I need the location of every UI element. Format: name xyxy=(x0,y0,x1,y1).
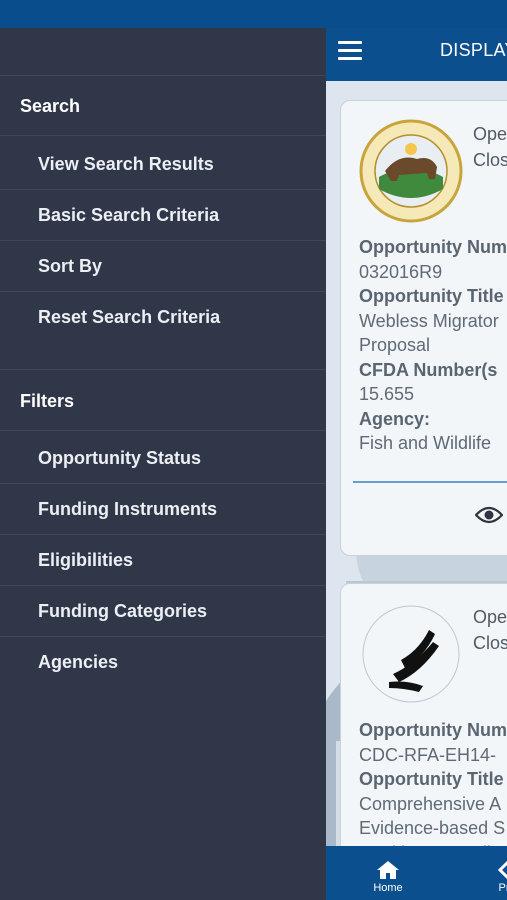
menu-item-opportunity-status[interactable]: Opportunity Status xyxy=(0,433,326,484)
tab-home-label: Home xyxy=(373,882,403,894)
menu-item-view-search-results[interactable]: View Search Results xyxy=(0,139,326,190)
agency-label: Agency: xyxy=(359,408,431,429)
opportunity-title-label: Opportunity Title xyxy=(359,769,504,789)
page-title: DISPLAY xyxy=(440,40,507,60)
menu-item-label: Reset Search Criteria xyxy=(38,307,221,327)
menu-item-label: Sort By xyxy=(38,256,103,276)
opportunity-status: Ope Clos xyxy=(473,607,507,653)
menu-item-eligibilities[interactable]: Eligibilities xyxy=(0,535,326,586)
menu-item-label: Agencies xyxy=(38,652,119,672)
menu-item-sort-by[interactable]: Sort By xyxy=(0,241,326,292)
menu-item-funding-instruments[interactable]: Funding Instruments xyxy=(0,484,326,535)
menu-item-label: Funding Instruments xyxy=(38,499,217,519)
opportunity-title-value: Comprehensive A xyxy=(359,793,502,814)
filters-section-title: Filters xyxy=(20,391,75,411)
menu-item-basic-search-criteria[interactable]: Basic Search Criteria xyxy=(0,190,326,241)
tab-home[interactable]: Home xyxy=(364,846,412,900)
bottom-tab-bar: Home Pr xyxy=(326,846,507,900)
chevron-left-icon xyxy=(497,860,507,880)
menu-item-label: Basic Search Criteria xyxy=(38,205,220,225)
menu-item-label: Eligibilities xyxy=(38,550,134,570)
side-drawer: Search View Search Results Basic Search … xyxy=(0,28,326,900)
opportunity-number-label: Opportunity Num xyxy=(359,237,507,257)
opportunity-number-value: CDC-RFA-EH14- xyxy=(359,744,497,765)
opportunity-number-value: 032016R9 xyxy=(359,261,443,282)
tab-previous[interactable]: Pr xyxy=(484,846,507,900)
agency-value: Fish and Wildlife xyxy=(359,433,492,453)
main-panel: DISPLAY Ope Clos Opportunity Num 032016R… xyxy=(326,28,507,900)
view-eye-icon[interactable] xyxy=(475,505,503,525)
opportunity-title-value-cont: Proposal xyxy=(359,335,431,355)
card-details: Opportunity Num CDC-RFA-EH14- Opportunit… xyxy=(359,718,507,865)
result-card[interactable]: Ope Clos Opportunity Num 032016R9 Opport… xyxy=(340,100,507,556)
menu-item-reset-search-criteria[interactable]: Reset Search Criteria xyxy=(0,292,326,370)
hhs-seal-icon xyxy=(362,605,460,703)
search-section-header: Search xyxy=(0,76,326,136)
menu-item-label: Funding Categories xyxy=(38,601,208,621)
result-card[interactable]: Ope Clos Opportunity Num CDC-RFA-EH14- O… xyxy=(340,583,507,883)
filters-section-header: Filters xyxy=(0,371,326,431)
cfda-number-label: CFDA Number(s xyxy=(359,359,498,380)
doi-seal-icon xyxy=(359,119,463,223)
opportunity-title-value: Webless Migrator xyxy=(359,310,499,331)
home-icon xyxy=(377,861,399,879)
menu-item-funding-categories[interactable]: Funding Categories xyxy=(0,586,326,637)
card-divider xyxy=(353,481,507,483)
app-header: DISPLAY xyxy=(326,28,507,81)
tab-previous-label: Pr xyxy=(498,882,507,894)
search-section-title: Search xyxy=(20,96,81,116)
card-details: Opportunity Num 032016R9 Opportunity Tit… xyxy=(359,235,507,456)
menu-item-label: Opportunity Status xyxy=(38,448,201,468)
opportunity-title-value-cont: Evidence-based S xyxy=(359,818,506,838)
cfda-number-value: 15.655 xyxy=(359,384,415,404)
hamburger-menu-icon[interactable] xyxy=(338,41,362,63)
opportunity-title-label: Opportunity Title xyxy=(359,286,504,306)
opportunity-status: Ope Clos xyxy=(473,124,507,170)
opportunity-number-label: Opportunity Num xyxy=(359,720,507,740)
menu-item-label: View Search Results xyxy=(38,154,214,174)
status-bar xyxy=(0,0,507,28)
menu-item-agencies[interactable]: Agencies xyxy=(0,637,326,688)
